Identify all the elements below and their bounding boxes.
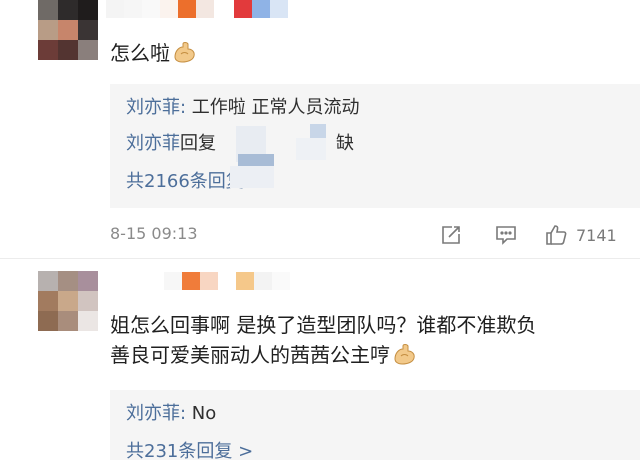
timestamp: 8-15 09:13	[110, 224, 198, 243]
reply-preview-box[interactable]: 刘亦菲: No 共231条回复 >	[110, 390, 640, 462]
comment-item: 怎么啦 刘亦菲: 工作啦 正常人员流动 刘亦菲回复缺 共2166条回复 > 8-…	[0, 0, 640, 258]
like-count: 7141	[576, 225, 617, 245]
like-button[interactable]: 7141	[544, 222, 617, 248]
reply-item: 刘亦菲: No	[126, 402, 216, 426]
comment-text-line: 姐怎么回事啊 是换了造型团队吗？谁都不准欺负	[110, 313, 537, 337]
flexed-biceps-emoji	[394, 344, 415, 365]
comment-item: 姐怎么回事啊 是换了造型团队吗？谁都不准欺负 善良可爱美丽动人的茜茜公主哼 刘亦…	[0, 262, 640, 462]
comment-text: 姐怎么回事啊 是换了造型团队吗？谁都不准欺负 善良可爱美丽动人的茜茜公主哼	[110, 310, 536, 370]
share-button[interactable]	[440, 222, 462, 248]
username-blurred[interactable]	[164, 272, 290, 290]
comment-text-line: 善良可爱美丽动人的茜茜公主哼	[110, 340, 536, 370]
reply-author-link[interactable]: 刘亦菲:	[126, 97, 186, 118]
reply-text-tail: 缺	[336, 133, 354, 154]
blur-mask	[310, 124, 326, 138]
reply-button[interactable]	[494, 222, 518, 248]
comment-meta-row: 8-15 09:13 7141	[110, 222, 630, 248]
comment-text: 怎么啦	[110, 38, 196, 68]
reply-text: No	[186, 403, 217, 424]
reply-item: 刘亦菲: 工作啦 正常人员流动	[126, 96, 360, 120]
avatar[interactable]	[38, 0, 98, 60]
reply-author-link[interactable]: 刘亦菲:	[126, 403, 186, 424]
reply-author-link[interactable]: 刘亦菲	[126, 133, 180, 154]
reply-text: 回复	[180, 133, 216, 154]
reply-preview-box[interactable]: 刘亦菲: 工作啦 正常人员流动 刘亦菲回复缺 共2166条回复 >	[110, 84, 640, 208]
username-blurred[interactable]	[106, 0, 288, 18]
comment-icon	[496, 226, 516, 245]
flexed-biceps-emoji	[174, 42, 195, 63]
avatar[interactable]	[38, 271, 98, 331]
reply-text: 工作啦 正常人员流动	[186, 97, 360, 118]
thumbs-up-icon	[546, 225, 567, 245]
blur-mask	[296, 138, 326, 160]
share-icon	[442, 226, 460, 244]
blur-mask	[230, 166, 274, 188]
divider	[0, 258, 640, 259]
view-all-replies-link[interactable]: 共231条回复 >	[126, 440, 253, 464]
